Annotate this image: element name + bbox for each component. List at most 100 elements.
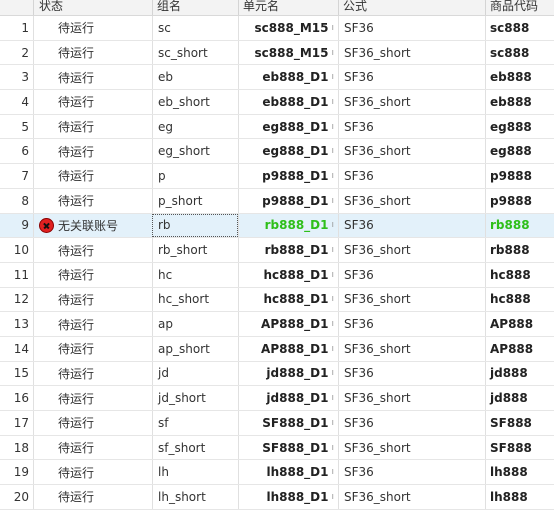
table-row[interactable]: 5 待运行 eg eg888_D1 ı SF36 eg888 xyxy=(0,114,554,140)
table-row[interactable]: 15 待运行 jd jd888_D1 ı SF36 jd888 xyxy=(0,361,554,387)
code-cell[interactable]: hc888 xyxy=(485,262,554,287)
unit-cell[interactable]: p9888_D1 ı xyxy=(238,164,338,188)
formula-cell[interactable]: SF36_short xyxy=(338,139,485,164)
unit-cell[interactable]: SF888_D1 ı xyxy=(238,435,338,460)
status-cell[interactable]: 待运行 xyxy=(33,287,152,312)
table-row[interactable]: 8 待运行 p_short p9888_D1 ı SF36_short p9888 xyxy=(0,188,554,214)
group-cell[interactable]: sf_short xyxy=(152,435,238,460)
formula-cell[interactable]: SF36 xyxy=(338,411,485,435)
group-cell[interactable]: rb xyxy=(152,213,238,238)
column-header-formula[interactable]: 公式 xyxy=(338,0,485,15)
status-cell[interactable]: 待运行 xyxy=(33,238,152,262)
group-cell[interactable]: p_short xyxy=(152,188,238,213)
code-cell[interactable]: AP888 xyxy=(485,336,554,361)
group-cell[interactable]: lh_short xyxy=(152,485,238,509)
formula-cell[interactable]: SF36_short xyxy=(338,287,485,312)
code-cell[interactable]: p9888 xyxy=(485,164,554,188)
table-row[interactable]: 6 待运行 eg_short eg888_D1 ı SF36_short eg888 xyxy=(0,139,554,165)
status-cell[interactable]: 待运行 xyxy=(33,262,152,287)
status-cell[interactable]: 待运行 xyxy=(33,164,152,188)
status-cell[interactable]: 待运行 xyxy=(33,40,152,65)
group-cell[interactable]: sf xyxy=(152,411,238,435)
table-row[interactable]: 18 待运行 sf_short SF888_D1 ı SF36_short SF888 xyxy=(0,435,554,461)
unit-cell[interactable]: rb888_D1 ı xyxy=(238,213,338,238)
unit-cell[interactable]: eg888_D1 ı xyxy=(238,139,338,164)
code-cell[interactable]: eb888 xyxy=(485,65,554,90)
table-row[interactable]: 19 待运行 lh lh888_D1 ı SF36 lh888 xyxy=(0,460,554,486)
group-cell[interactable]: hc xyxy=(152,262,238,287)
unit-cell[interactable]: SF888_D1 ı xyxy=(238,411,338,435)
table-row[interactable]: 12 待运行 hc_short hc888_D1 ı SF36_short hc888 xyxy=(0,287,554,313)
group-cell[interactable]: lh xyxy=(152,460,238,485)
group-cell[interactable]: ap xyxy=(152,312,238,336)
code-cell[interactable]: hc888 xyxy=(485,287,554,312)
group-cell[interactable]: jd_short xyxy=(152,386,238,410)
status-cell[interactable]: 待运行 xyxy=(33,90,152,114)
formula-cell[interactable]: SF36_short xyxy=(338,336,485,361)
group-cell[interactable]: p xyxy=(152,164,238,188)
code-cell[interactable]: sc888 xyxy=(485,40,554,65)
status-cell[interactable]: 待运行 xyxy=(33,65,152,90)
status-cell[interactable]: 待运行 xyxy=(33,361,152,386)
unit-cell[interactable]: lh888_D1 ı xyxy=(238,460,338,485)
table-row[interactable]: 14 待运行 ap_short AP888_D1 ı SF36_short AP888 xyxy=(0,336,554,362)
formula-cell[interactable]: SF36 xyxy=(338,65,485,90)
unit-cell[interactable]: hc888_D1 ı xyxy=(238,287,338,312)
formula-cell[interactable]: SF36_short xyxy=(338,40,485,65)
table-row[interactable]: 4 待运行 eb_short eb888_D1 ı SF36_short eb888 xyxy=(0,90,554,115)
formula-cell[interactable]: SF36 xyxy=(338,213,485,238)
group-cell[interactable]: sc_short xyxy=(152,40,238,65)
status-cell[interactable]: 待运行 xyxy=(33,411,152,435)
status-cell[interactable]: 待运行 xyxy=(33,485,152,509)
formula-cell[interactable]: SF36_short xyxy=(338,188,485,213)
status-cell[interactable]: 待运行 xyxy=(33,188,152,213)
column-header-status[interactable]: 状态 xyxy=(33,0,152,15)
code-cell[interactable]: lh888 xyxy=(485,460,554,485)
status-cell[interactable]: 待运行 xyxy=(33,139,152,164)
code-cell[interactable]: AP888 xyxy=(485,312,554,336)
status-cell[interactable]: 待运行 xyxy=(33,312,152,336)
status-cell[interactable]: 无关联账号 xyxy=(33,213,152,238)
status-cell[interactable]: 待运行 xyxy=(33,16,152,40)
formula-cell[interactable]: SF36 xyxy=(338,16,485,40)
table-row[interactable]: 16 待运行 jd_short jd888_D1 ı SF36_short jd888 xyxy=(0,386,554,411)
group-cell[interactable]: eg_short xyxy=(152,139,238,164)
formula-cell[interactable]: SF36 xyxy=(338,164,485,188)
group-cell[interactable]: eb_short xyxy=(152,90,238,114)
formula-cell[interactable]: SF36_short xyxy=(338,386,485,410)
unit-cell[interactable]: AP888_D1 ı xyxy=(238,312,338,336)
table-row[interactable]: 17 待运行 sf SF888_D1 ı SF36 SF888 xyxy=(0,411,554,436)
unit-cell[interactable]: eb888_D1 ı xyxy=(238,65,338,90)
group-cell[interactable]: sc xyxy=(152,16,238,40)
code-cell[interactable]: eb888 xyxy=(485,90,554,114)
unit-cell[interactable]: AP888_D1 ı xyxy=(238,336,338,361)
code-cell[interactable]: jd888 xyxy=(485,361,554,386)
code-cell[interactable]: SF888 xyxy=(485,411,554,435)
table-row[interactable]: 11 待运行 hc hc888_D1 ı SF36 hc888 xyxy=(0,262,554,288)
unit-cell[interactable]: jd888_D1 ı xyxy=(238,361,338,386)
table-row[interactable]: 3 待运行 eb eb888_D1 ı SF36 eb888 xyxy=(0,65,554,91)
status-cell[interactable]: 待运行 xyxy=(33,336,152,361)
formula-cell[interactable]: SF36 xyxy=(338,114,485,139)
status-cell[interactable]: 待运行 xyxy=(33,114,152,139)
group-cell[interactable]: ap_short xyxy=(152,336,238,361)
table-row[interactable]: 10 待运行 rb_short rb888_D1 ı SF36_short rb888 xyxy=(0,238,554,263)
code-cell[interactable]: lh888 xyxy=(485,485,554,509)
formula-cell[interactable]: SF36_short xyxy=(338,485,485,509)
group-cell[interactable]: hc_short xyxy=(152,287,238,312)
group-cell[interactable]: rb_short xyxy=(152,238,238,262)
group-cell[interactable]: eg xyxy=(152,114,238,139)
code-cell[interactable]: sc888 xyxy=(485,16,554,40)
unit-cell[interactable]: eb888_D1 ı xyxy=(238,90,338,114)
unit-cell[interactable]: rb888_D1 ı xyxy=(238,238,338,262)
table-row[interactable]: 13 待运行 ap AP888_D1 ı SF36 AP888 xyxy=(0,312,554,337)
table-row[interactable]: 9 无关联账号 rb rb888_D1 ı SF36 rb888 xyxy=(0,213,554,239)
unit-cell[interactable]: jd888_D1 ı xyxy=(238,386,338,410)
code-cell[interactable]: eg888 xyxy=(485,114,554,139)
unit-cell[interactable]: hc888_D1 ı xyxy=(238,262,338,287)
column-header-group[interactable]: 组名 xyxy=(152,0,238,15)
column-header-unit[interactable]: 单元名 xyxy=(238,0,338,15)
group-cell[interactable]: eb xyxy=(152,65,238,90)
status-cell[interactable]: 待运行 xyxy=(33,435,152,460)
formula-cell[interactable]: SF36_short xyxy=(338,90,485,114)
